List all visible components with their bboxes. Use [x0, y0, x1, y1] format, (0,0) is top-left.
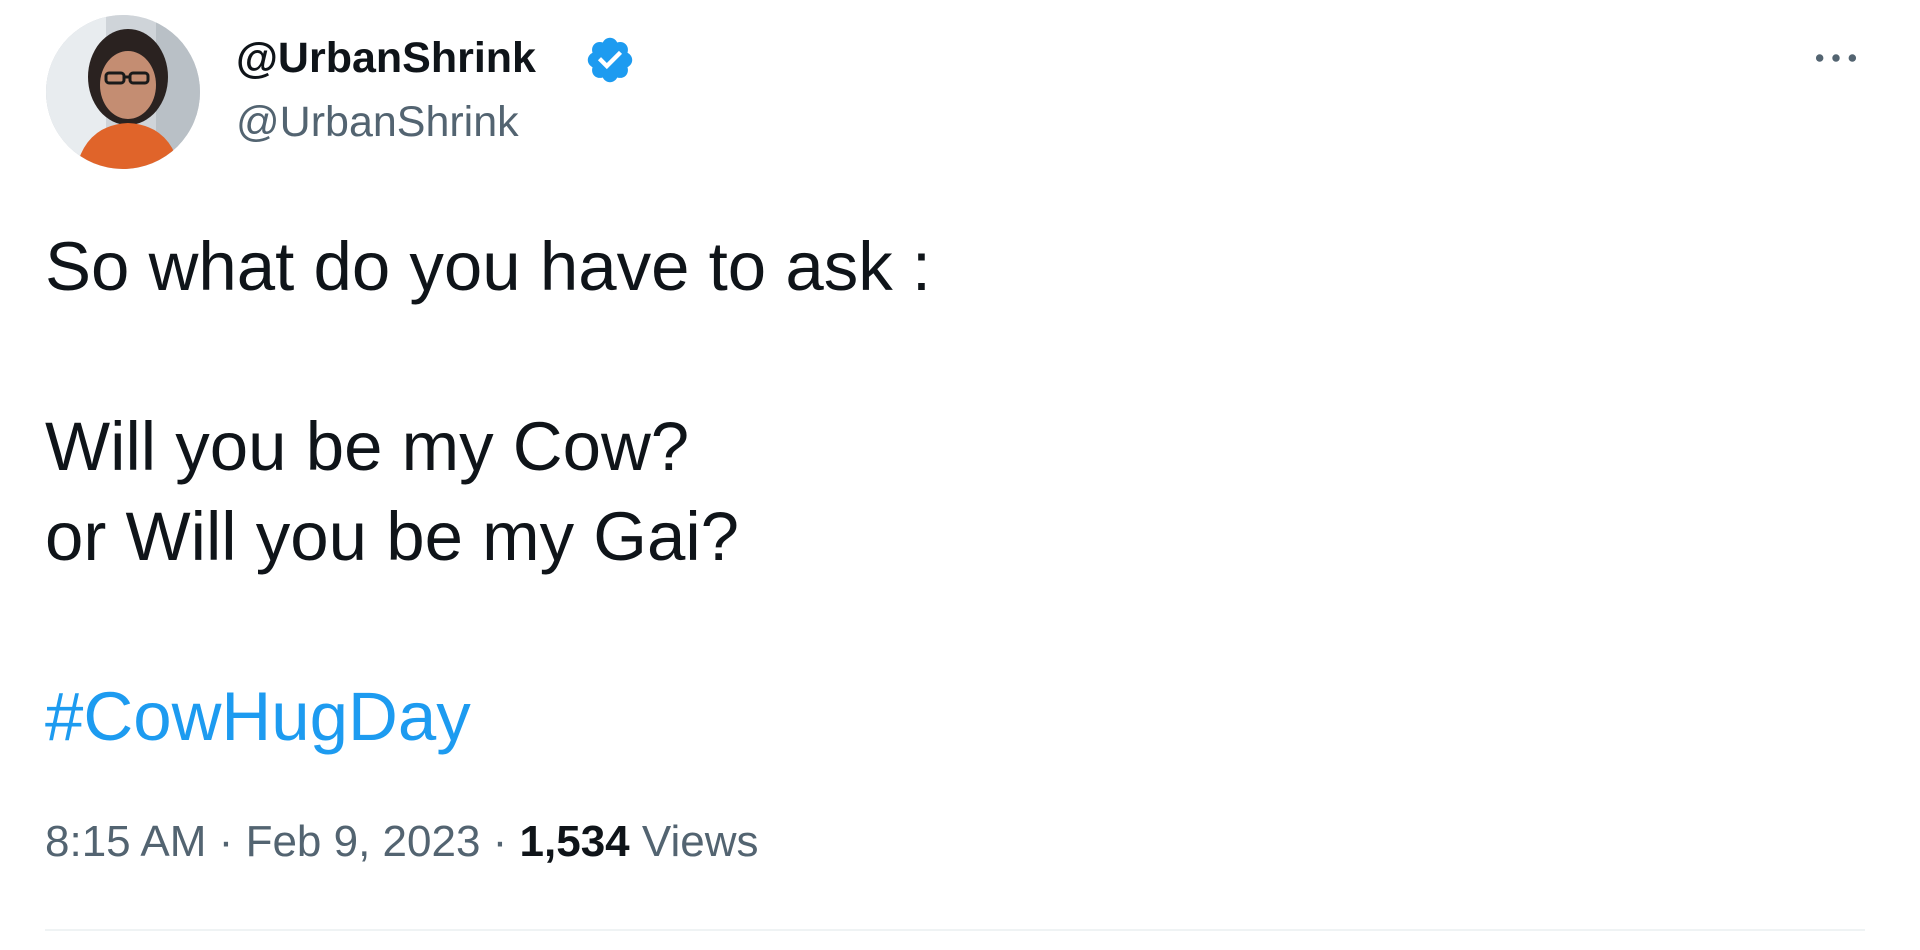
tweet-metadata: 8:15 AM · Feb 9, 2023 · 1,534 Views: [45, 812, 758, 872]
tweet-text-line: or Will you be my Gai?: [45, 498, 740, 575]
meta-separator: ·: [492, 817, 508, 866]
author-handle[interactable]: @UrbanShrink: [236, 92, 519, 152]
tweet-time[interactable]: 8:15 AM: [45, 817, 206, 866]
more-options-icon[interactable]: [1808, 30, 1864, 86]
meta-separator: ·: [218, 817, 234, 866]
tweet-text-line: Will you be my Cow?: [45, 408, 690, 485]
tweet-card: @UrbanShrink @UrbanShrink So what do you…: [0, 0, 1920, 950]
tweet-date[interactable]: Feb 9, 2023: [246, 817, 481, 866]
verified-badge-icon: [587, 37, 633, 83]
divider: [45, 929, 1865, 931]
author-avatar[interactable]: [46, 15, 200, 169]
views-label: Views: [641, 817, 759, 866]
avatar-photo-icon: [46, 15, 200, 169]
tweet-text-line: So what do you have to ask :: [45, 228, 932, 305]
views-count: 1,534: [519, 817, 630, 866]
hashtag-link[interactable]: #CowHugDay: [45, 672, 471, 762]
author-display-name[interactable]: @UrbanShrink: [236, 28, 536, 88]
